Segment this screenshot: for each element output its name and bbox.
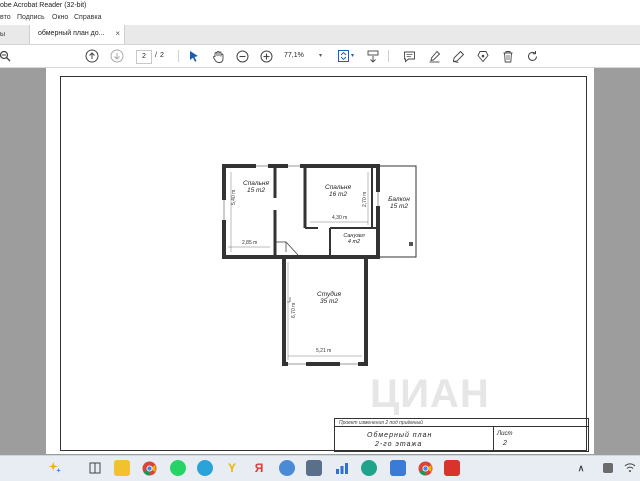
title-block-divider [493, 427, 494, 451]
close-tab-icon[interactable]: × [115, 29, 120, 38]
room-name: Спальня [243, 180, 269, 187]
calculator-icon[interactable] [306, 460, 322, 476]
telegram-icon[interactable] [197, 460, 213, 476]
yandex-browser-icon[interactable]: Y [224, 460, 240, 476]
zoom-out-icon[interactable] [234, 48, 250, 64]
tab-bar: ы обмерный план до... × [0, 25, 640, 45]
stamp-icon[interactable] [475, 48, 491, 64]
acrobat-icon[interactable] [444, 460, 460, 476]
toolbar-divider [388, 50, 389, 62]
next-page-icon[interactable] [109, 48, 125, 64]
sheet-number: 2 [503, 440, 507, 447]
chrome-icon[interactable] [141, 460, 157, 476]
dimension-label: 2,70 m [362, 191, 368, 207]
menu-item-edit[interactable]: вто [0, 14, 11, 21]
taskbar: Y Я ∧ [0, 455, 640, 481]
dimension-label: 2,85 m [242, 240, 258, 246]
cian-watermark: ЦИАН [370, 372, 490, 416]
dimension-label: 4,30 m [332, 215, 348, 221]
sheet-label: Лист [497, 431, 513, 437]
start-sparkle-icon[interactable] [47, 460, 63, 476]
menu-bar: вто Подпись Окно Справка [0, 14, 640, 25]
zoom-value: 77,1% [284, 52, 304, 59]
room-studio: Студия 35 m2 [310, 291, 348, 305]
room-name: Спальня [325, 184, 351, 191]
menu-item-help[interactable]: Справка [74, 14, 101, 21]
drawing-title-line2: 2-го этажа [375, 441, 423, 448]
room-area: 4 m2 [347, 239, 361, 245]
comment-icon[interactable] [401, 48, 417, 64]
window-title: obe Acrobat Reader (32-bit) [0, 2, 87, 9]
whatsapp-icon[interactable] [170, 460, 186, 476]
highlight-pen-icon[interactable] [426, 48, 442, 64]
menu-item-window[interactable]: Окно [52, 14, 68, 21]
fit-dropdown-icon[interactable]: ▾ [351, 52, 354, 59]
room-bathroom: Санузел 4 m2 [338, 233, 370, 245]
hand-tool-icon[interactable] [210, 48, 226, 64]
scroll-mode-icon[interactable] [365, 48, 381, 64]
room-name: Балкон [388, 196, 410, 203]
room-area: 16 m2 [328, 191, 348, 198]
yandex-icon[interactable]: Я [251, 460, 267, 476]
chrome-2-icon[interactable] [417, 460, 433, 476]
dimension-label: 5,21 m [316, 348, 332, 354]
rotate-icon[interactable] [524, 48, 540, 64]
drawing-frame [60, 76, 587, 451]
left-gutter [0, 68, 46, 454]
room-balcony: Балкон 15 m2 [383, 196, 415, 210]
search-icon[interactable] [0, 48, 13, 64]
room-name: Студия [317, 291, 341, 298]
pdf-page[interactable] [46, 68, 594, 454]
delete-icon[interactable] [500, 48, 516, 64]
sign-pen-icon[interactable] [450, 48, 466, 64]
right-gutter [594, 68, 640, 454]
charts-icon[interactable] [334, 460, 350, 476]
previous-page-icon[interactable] [84, 48, 100, 64]
dimension-label: 5,40 m [231, 189, 237, 205]
network-icon[interactable] [622, 460, 638, 476]
app-icon[interactable] [279, 460, 295, 476]
edge-icon[interactable] [361, 460, 377, 476]
toolbar-divider [178, 50, 179, 62]
page-separator: / [155, 52, 157, 59]
title-block: Проект изменения 2 под приёмный Обмерный… [334, 418, 589, 452]
title-block-body: Обмерный план 2-го этажа Лист 2 [334, 426, 589, 452]
zoom-in-icon[interactable] [258, 48, 274, 64]
dimension-label: 6,70 m [291, 302, 297, 318]
paint-icon[interactable] [390, 460, 406, 476]
tab-document[interactable]: обмерный план до... × [29, 25, 125, 44]
room-area: 15 m2 [389, 203, 409, 210]
toolbar: 2 / 2 77,1% ▾ ▾ [0, 45, 640, 68]
page-number-input[interactable]: 2 [136, 50, 152, 64]
room-bedroom-2: Спальня 16 m2 [320, 184, 356, 198]
tab-document-title: обмерный план до... [38, 30, 105, 37]
file-manager-icon[interactable] [87, 460, 103, 476]
room-area: 35 m2 [319, 298, 339, 305]
chevron-up-icon[interactable]: ∧ [573, 460, 589, 476]
menu-item-sign[interactable]: Подпись [17, 14, 45, 21]
select-cursor-icon[interactable] [186, 48, 202, 64]
drawing-title-line1: Обмерный план [367, 432, 433, 439]
tray-app-icon[interactable] [600, 460, 616, 476]
tab-home[interactable]: ы [0, 25, 28, 44]
folder-icon[interactable] [114, 460, 130, 476]
chevron-down-icon: ▾ [318, 53, 322, 59]
zoom-select[interactable]: 77,1% ▾ [284, 50, 324, 62]
room-bedroom-1: Спальня 15 m2 [238, 180, 274, 194]
title-bar: obe Acrobat Reader (32-bit) [0, 0, 640, 14]
title-block-header: Проект изменения 2 под приёмный [334, 418, 589, 426]
room-area: 15 m2 [246, 187, 266, 194]
page-total: 2 [160, 52, 164, 59]
fit-page-icon[interactable] [336, 48, 352, 64]
